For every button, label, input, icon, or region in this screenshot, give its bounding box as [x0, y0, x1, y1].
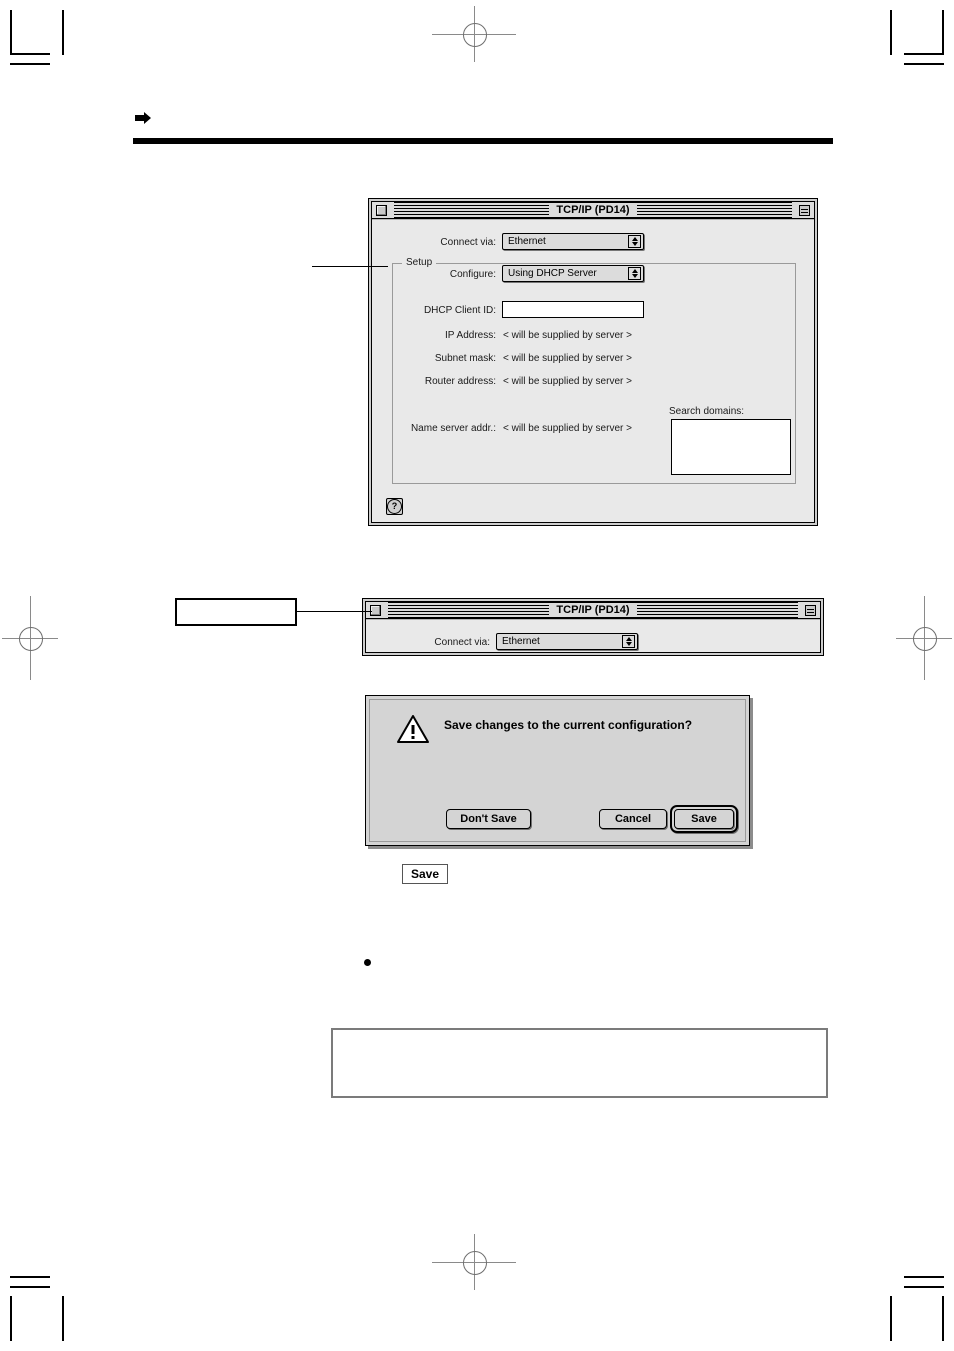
dont-save-button[interactable]: Don't Save — [446, 809, 531, 829]
dhcp-client-id-label: DHCP Client ID: — [423, 305, 496, 316]
registration-mark-right — [896, 596, 952, 680]
window-content: Connect via: Ethernet Setup Configure: U… — [372, 219, 814, 522]
save-button[interactable]: Save — [670, 805, 738, 833]
bullet-point-icon — [364, 959, 371, 966]
manual-page: TCP/IP (PD14) Connect via: Ethernet Setu… — [0, 0, 954, 1351]
name-server-addr-value: < will be supplied by server > — [503, 423, 632, 434]
connect-via-popup[interactable]: Ethernet — [496, 633, 638, 650]
subnet-mask-value: < will be supplied by server > — [503, 353, 632, 364]
collapse-box-icon[interactable] — [805, 605, 816, 616]
configure-label: Configure: — [449, 269, 496, 280]
popup-arrows-icon — [622, 635, 635, 648]
connect-via-label: Connect via: — [434, 637, 490, 648]
setup-groupbox-label: Setup — [402, 257, 437, 268]
configure-popup[interactable]: Using DHCP Server — [502, 265, 644, 282]
dialog-message: Save changes to the current configuratio… — [444, 718, 693, 732]
cancel-button[interactable]: Cancel — [599, 809, 667, 829]
connect-via-value: Ethernet — [502, 636, 540, 647]
window-content: Connect via: Ethernet — [366, 619, 820, 652]
search-domains-input[interactable] — [671, 419, 791, 475]
registration-mark-bottom — [432, 1234, 516, 1290]
header-divider — [133, 138, 833, 144]
question-mark-icon: ? — [387, 499, 402, 514]
router-address-label: Router address: — [424, 376, 496, 387]
save-changes-dialog[interactable]: Save changes to the current configuratio… — [365, 695, 750, 846]
connect-via-label: Connect via: — [440, 237, 496, 248]
configure-value: Using DHCP Server — [508, 268, 597, 279]
search-domains-label: Search domains: — [669, 406, 745, 417]
save-button-label: Save — [674, 809, 734, 829]
tcpip-window-main[interactable]: TCP/IP (PD14) Connect via: Ethernet Setu… — [368, 198, 818, 526]
window-title: TCP/IP (PD14) — [366, 602, 820, 619]
name-server-addr-label: Name server addr.: — [410, 423, 496, 434]
connect-via-value: Ethernet — [508, 236, 546, 247]
popup-arrows-icon — [628, 235, 641, 248]
section-arrow-icon — [133, 110, 153, 130]
window-titlebar[interactable]: TCP/IP (PD14) — [366, 602, 820, 619]
close-box-leader-line — [297, 611, 372, 612]
connect-via-popup[interactable]: Ethernet — [502, 233, 644, 250]
window-titlebar[interactable]: TCP/IP (PD14) — [372, 202, 814, 219]
window-title: TCP/IP (PD14) — [372, 202, 814, 219]
note-box — [331, 1028, 828, 1098]
tcpip-window-second[interactable]: TCP/IP (PD14) Connect via: Ethernet — [362, 598, 824, 656]
save-keycap: Save — [402, 864, 448, 884]
router-address-value: < will be supplied by server > — [503, 376, 632, 387]
subnet-mask-label: Subnet mask: — [434, 353, 496, 364]
caution-triangle-icon — [396, 714, 430, 744]
registration-mark-top — [432, 6, 516, 62]
collapse-box-icon[interactable] — [799, 205, 810, 216]
ip-address-label: IP Address: — [445, 330, 496, 341]
configure-leader-line — [312, 266, 388, 267]
ip-address-value: < will be supplied by server > — [503, 330, 632, 341]
registration-mark-left — [2, 596, 58, 680]
dhcp-client-id-input[interactable] — [502, 301, 644, 318]
close-box-icon[interactable] — [376, 205, 387, 216]
close-box-callout — [175, 598, 297, 626]
help-button[interactable]: ? — [386, 498, 403, 515]
popup-arrows-icon — [628, 267, 641, 280]
